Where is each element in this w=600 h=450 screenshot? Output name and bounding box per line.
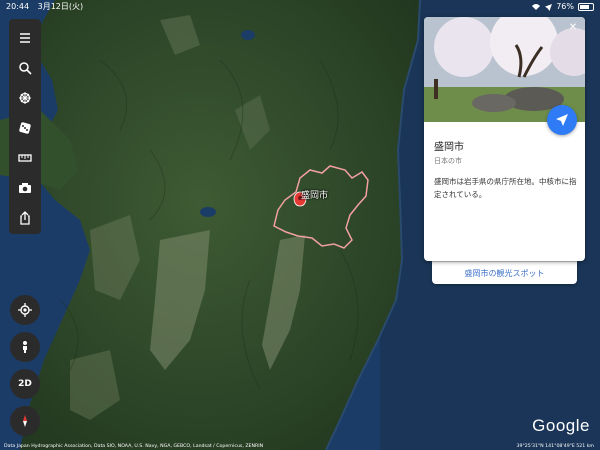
my-location-button[interactable] <box>10 295 40 325</box>
place-description: 盛岡市は岩手県の県庁所在地。中核市に指定されている。 <box>434 177 577 199</box>
battery-percent: 76% <box>556 2 574 11</box>
share-place-button[interactable] <box>547 105 577 135</box>
left-toolbar <box>9 19 41 234</box>
place-subtitle: 日本の市 <box>434 157 462 165</box>
status-time: 20:44 <box>6 2 30 11</box>
search-icon <box>19 62 32 75</box>
coordinate-readout: 39°25'31"N 141°08'49"E 521 km <box>516 444 594 449</box>
voyager-icon <box>19 92 31 105</box>
tourist-spots-card[interactable]: 盛岡市の観光スポット <box>432 262 577 284</box>
camera-button[interactable] <box>11 174 39 201</box>
status-date: 3月12日(火) <box>37 2 84 11</box>
google-logo: Google <box>532 416 590 435</box>
map-attribution: Data Japan Hydrographic Association, Dat… <box>4 444 264 449</box>
view-mode-label: 2D <box>18 379 32 389</box>
battery-icon <box>578 3 594 11</box>
pegman-button[interactable] <box>10 332 40 362</box>
send-icon <box>556 114 568 126</box>
search-button[interactable] <box>11 55 39 82</box>
status-bar: 20:44 3月12日(火) 76% <box>0 0 600 14</box>
place-info-card: ✕ 盛岡市 日本の市 盛岡市は岩手県の県庁所在地。中核市に指定されている。 <box>424 17 585 261</box>
share-icon <box>20 210 30 225</box>
voyager-button[interactable] <box>11 85 39 112</box>
measure-button[interactable] <box>11 144 39 171</box>
my-location-icon <box>18 303 32 317</box>
compass-icon <box>23 415 27 427</box>
share-button[interactable] <box>11 204 39 231</box>
location-arrow-icon <box>545 3 553 11</box>
ruler-icon <box>18 154 32 162</box>
dice-icon <box>19 122 31 134</box>
view-mode-button[interactable]: 2D <box>10 369 40 399</box>
pegman-icon <box>23 341 27 353</box>
close-icon[interactable]: ✕ <box>567 22 579 34</box>
menu-button[interactable] <box>11 25 39 52</box>
feeling-lucky-button[interactable] <box>11 115 39 142</box>
tourist-spots-link[interactable]: 盛岡市の観光スポット <box>465 268 545 279</box>
city-map-label[interactable]: 盛岡市 <box>301 188 328 201</box>
place-title: 盛岡市 <box>434 142 464 153</box>
menu-icon <box>20 33 30 44</box>
compass-button[interactable] <box>10 406 40 436</box>
camera-icon <box>19 182 31 193</box>
signal-icon <box>532 4 541 10</box>
